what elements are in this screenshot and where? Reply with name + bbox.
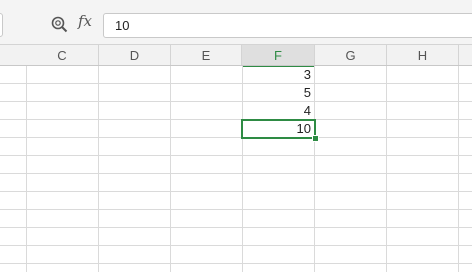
cell-f3[interactable]: 4 xyxy=(242,102,315,120)
grid-column-line xyxy=(458,66,459,272)
grid-column-line xyxy=(170,66,171,272)
grid-row-line xyxy=(0,119,472,120)
column-header-f[interactable]: F xyxy=(242,45,315,67)
grid-column-line xyxy=(98,66,99,272)
grid-row-line xyxy=(0,155,472,156)
grid-row-line xyxy=(0,209,472,210)
grid-column-line xyxy=(26,66,27,272)
column-header-row: C D E F G H xyxy=(0,44,472,67)
grid-row-line xyxy=(0,191,472,192)
grid-row-line xyxy=(0,137,472,138)
fx-label[interactable]: fx xyxy=(78,12,92,30)
grid-row-line xyxy=(0,227,472,228)
column-header-g[interactable]: G xyxy=(315,45,387,66)
column-header-e[interactable]: E xyxy=(171,45,242,66)
magnifier-icon[interactable] xyxy=(51,16,68,33)
name-box[interactable] xyxy=(0,13,3,37)
grid-row-line xyxy=(0,245,472,246)
column-header-d[interactable]: D xyxy=(99,45,171,66)
grid-row-line xyxy=(0,263,472,264)
column-header-h[interactable]: H xyxy=(387,45,459,66)
grid-column-line xyxy=(386,66,387,272)
formula-bar: fx xyxy=(0,0,472,44)
cell-f1[interactable]: 3 xyxy=(242,66,315,84)
grid-row-line xyxy=(0,83,472,84)
grid-row-line xyxy=(0,101,472,102)
column-header-c[interactable]: C xyxy=(26,45,99,66)
fill-handle[interactable] xyxy=(312,135,319,142)
grid-row-line xyxy=(0,173,472,174)
cell-f2[interactable]: 5 xyxy=(242,84,315,102)
cell-grid[interactable]: 3 5 4 10 xyxy=(0,66,472,272)
formula-input[interactable] xyxy=(103,13,472,38)
active-cell-border xyxy=(241,119,316,139)
